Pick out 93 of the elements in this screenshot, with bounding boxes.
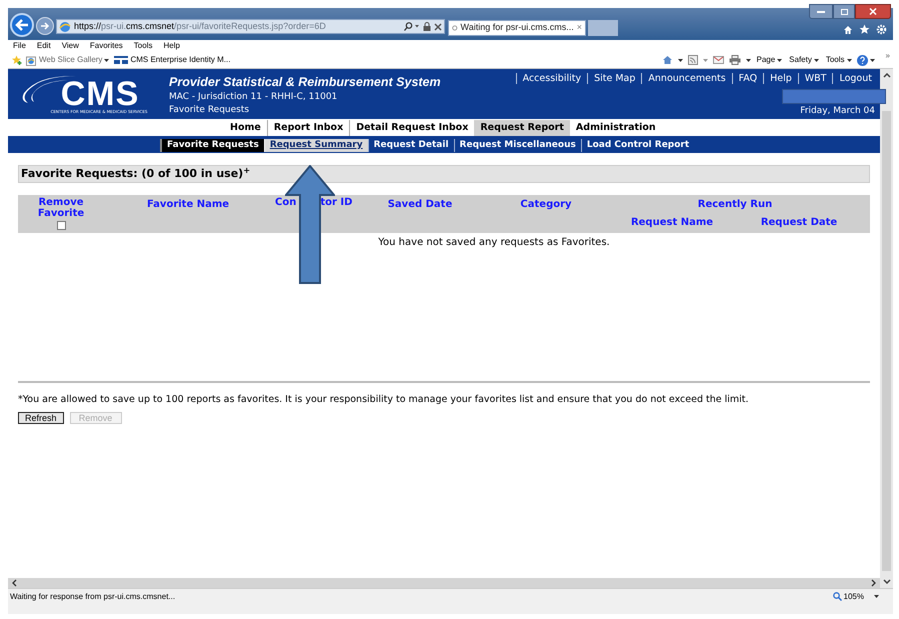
loading-icon	[452, 24, 458, 32]
empty-message: You have not saved any requests as Favorites.	[378, 236, 610, 250]
caret-icon	[870, 58, 875, 62]
page-name: Favorite Requests	[169, 104, 250, 117]
column-header[interactable]: Saved Date	[388, 199, 452, 210]
nav-tab[interactable]: Home	[224, 120, 267, 136]
subnav-tab[interactable]: Load Control Report	[580, 138, 694, 152]
menu-item[interactable]: Favorites	[90, 40, 123, 52]
settings-icon[interactable]	[876, 24, 887, 35]
footnote: *You are allowed to save up to 100 reports as favorites. It is your responsibility to manage your favorites list and ensure that you do not exceed the limit.	[18, 393, 750, 407]
home-icon[interactable]	[843, 24, 853, 34]
zoom-level[interactable]: 105%	[844, 590, 864, 602]
lock-icon	[423, 22, 431, 31]
back-arrow-icon	[15, 19, 29, 31]
header-link[interactable]: Accessibility	[516, 73, 588, 84]
command-menu[interactable]: Page	[756, 54, 782, 66]
feed-icon[interactable]	[688, 55, 698, 65]
horizontal-scrollbar[interactable]	[8, 578, 880, 588]
star-icon[interactable]	[859, 24, 870, 35]
header-link[interactable]: Site Map	[587, 73, 642, 84]
nav-tab[interactable]: Request Report	[474, 120, 570, 136]
close-icon	[869, 8, 877, 15]
menu-item[interactable]: File	[13, 40, 26, 52]
maximize-button[interactable]	[833, 4, 855, 19]
back-button[interactable]	[10, 13, 34, 37]
zoom-icon[interactable]	[832, 592, 842, 601]
nav-tab[interactable]: Report Inbox	[266, 120, 350, 136]
forward-arrow-icon	[40, 22, 50, 30]
status-text: Waiting for response from psr-ui.cms.cmsnet...	[10, 590, 176, 602]
vertical-scrollbar[interactable]	[880, 69, 893, 588]
menu-item[interactable]: Help	[163, 40, 180, 52]
command-menu[interactable]: Tools	[826, 54, 852, 66]
favorites-link[interactable]: CMS Enterprise Identity M...	[114, 54, 230, 66]
caret-icon	[104, 58, 110, 62]
column-header[interactable]: Remove Favorite	[31, 197, 91, 219]
scroll-right-icon[interactable]	[871, 579, 876, 587]
mail-icon[interactable]	[713, 56, 724, 64]
browser-tab[interactable]: Waiting for psr-ui.cms.cms... ×	[448, 20, 586, 36]
panel-title: Favorite Requests: (0 of 100 in use)$^{+}$	[21, 166, 250, 182]
subnav-tab[interactable]: Favorite Requests	[160, 138, 264, 152]
menu-item[interactable]: Tools	[134, 40, 152, 52]
scroll-left-icon[interactable]	[12, 579, 17, 587]
address-bar[interactable]: https://psr-ui.cms.cmsnet/psr-ui/favoriteRequests.jsp?order=6D	[56, 19, 445, 34]
column-header[interactable]: Favorite Name	[146, 199, 230, 210]
column-header[interactable]: tor ID	[320, 197, 352, 209]
tab-close-button[interactable]: ×	[576, 21, 582, 35]
system-title: Provider Statistical & Reimbursement System	[169, 74, 441, 90]
favorites-link[interactable]: Web Slice Gallery	[26, 54, 110, 66]
minimize-button[interactable]	[809, 4, 833, 19]
command-menu[interactable]: Safety	[789, 54, 819, 66]
header-link[interactable]: WBT	[798, 73, 832, 84]
caret-icon[interactable]	[678, 58, 684, 62]
column-header[interactable]: Request Name	[630, 217, 714, 229]
printer-icon[interactable]	[729, 55, 742, 65]
menu-item[interactable]: View	[62, 40, 79, 52]
tab-title: Waiting for psr-ui.cms.cms...	[460, 21, 574, 34]
header-link[interactable]: Help	[763, 73, 798, 84]
web-slice-icon	[26, 54, 37, 66]
column-header[interactable]: Recently Run	[698, 199, 772, 211]
forward-button[interactable]	[36, 17, 54, 35]
menu-item[interactable]: Edit	[36, 40, 51, 52]
overflow-button[interactable]: »	[886, 50, 890, 62]
close-window-button[interactable]	[855, 4, 891, 19]
help-button[interactable]	[856, 54, 875, 66]
search-icon[interactable]	[404, 22, 420, 31]
caret-icon[interactable]	[746, 58, 752, 62]
subnav-tab[interactable]: Request Miscellaneous	[454, 138, 581, 152]
select-all-checkbox[interactable]	[56, 221, 66, 230]
subnav-tab[interactable]: Request Detail	[368, 138, 454, 152]
caret-icon[interactable]	[874, 595, 879, 598]
date-label: Friday, March 04	[800, 106, 875, 117]
site-logo-icon	[114, 55, 128, 65]
scroll-down-icon[interactable]	[882, 579, 890, 584]
help-icon	[856, 54, 868, 66]
address-text: https://psr-ui.cms.cmsnet/psr-ui/favoriteRequests.jsp?order=6D	[74, 20, 327, 33]
header-link[interactable]: Logout	[832, 73, 878, 84]
header-link[interactable]: Announcements	[641, 73, 732, 84]
home-page-icon[interactable]	[662, 55, 674, 65]
caret-icon	[814, 58, 819, 62]
column-header[interactable]: Request Date	[760, 217, 838, 229]
column-header[interactable]: Con	[275, 197, 296, 209]
close-icon[interactable]	[434, 22, 442, 30]
favorites-star-icon[interactable]	[11, 55, 22, 65]
page-icon	[59, 20, 71, 32]
column-header[interactable]: Category	[520, 199, 572, 210]
scroll-up-icon[interactable]	[882, 73, 890, 78]
refresh-button[interactable]: Refresh	[18, 412, 64, 424]
nav-tab[interactable]: Administration	[570, 120, 662, 136]
header-link[interactable]: FAQ	[732, 73, 764, 84]
jurisdiction-label: MAC - Jurisdiction 11 - RHHI-C, 11001	[169, 91, 338, 104]
caret-icon	[777, 58, 782, 62]
caret-icon	[846, 58, 852, 62]
subnav-tab[interactable]: Request Summary	[264, 138, 368, 152]
